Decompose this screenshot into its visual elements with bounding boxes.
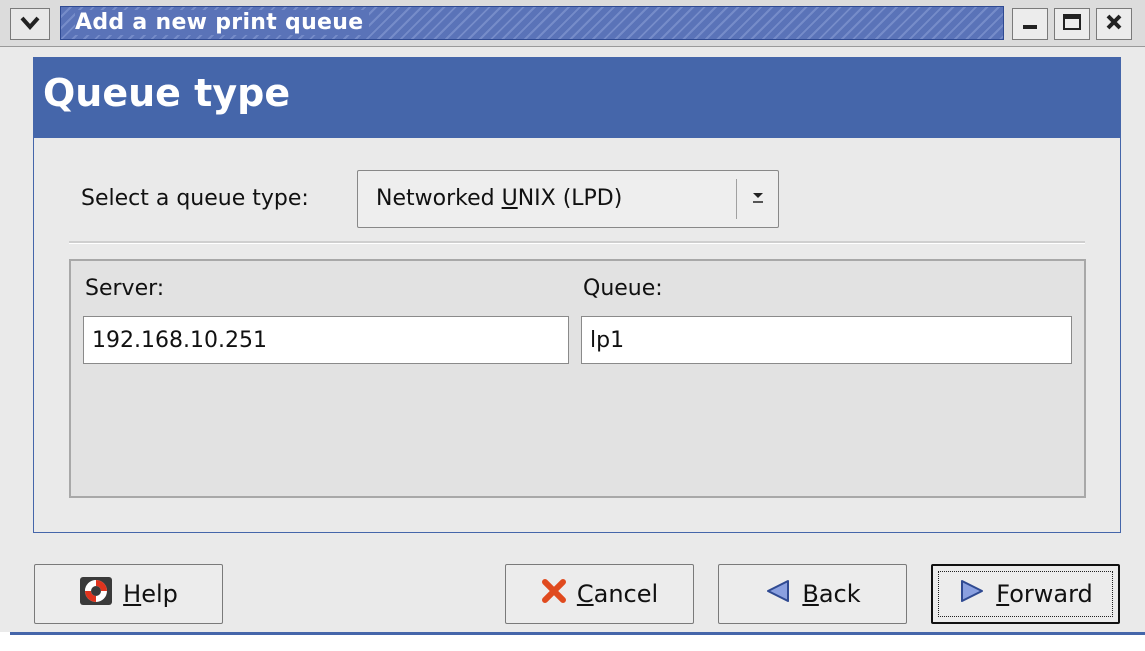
server-label: Server: [85,276,165,301]
queue-input[interactable] [581,316,1072,364]
cancel-label: Cancel [576,580,659,608]
queue-type-label: Select a queue type: [81,186,309,211]
help-label: Help [123,580,178,608]
dropdown-separator [736,179,737,219]
right-arrow-icon [958,578,986,610]
maximize-icon [1062,13,1082,35]
minimize-button[interactable] [1012,8,1048,40]
close-button[interactable] [1096,8,1132,40]
title-bar: Add a new print queue [0,0,1145,47]
window-title: Add a new print queue [75,10,370,35]
page-title: Queue type [43,71,291,115]
window-menu-button[interactable] [10,8,50,40]
forward-button[interactable]: Forward [931,564,1120,624]
header-banner: Queue type [33,57,1121,138]
bottom-accent-line [10,632,1145,635]
queue-type-selected: Networked UNIX (LPD) [376,186,623,211]
minimize-icon [1021,13,1039,35]
dropdown-arrow-icon [746,185,770,209]
forward-label: Forward [996,580,1093,608]
lpd-settings-group [69,259,1086,498]
title-strip: Add a new print queue [60,6,1004,40]
close-icon [1105,13,1123,35]
chevron-down-icon [20,15,40,34]
back-label: Back [802,580,861,608]
help-button[interactable]: Help [34,564,223,624]
server-input[interactable] [83,316,569,364]
left-arrow-icon [764,578,792,610]
cancel-button[interactable]: Cancel [505,564,694,624]
back-button[interactable]: Back [718,564,907,624]
lifebuoy-icon [79,576,113,612]
add-print-queue-dialog: Add a new print queue Queue type Select … [0,0,1145,651]
queue-label: Queue: [583,276,663,301]
separator [69,241,1085,244]
maximize-button[interactable] [1054,8,1090,40]
queue-type-dropdown[interactable]: Networked UNIX (LPD) [357,170,779,228]
cross-icon [541,578,567,610]
